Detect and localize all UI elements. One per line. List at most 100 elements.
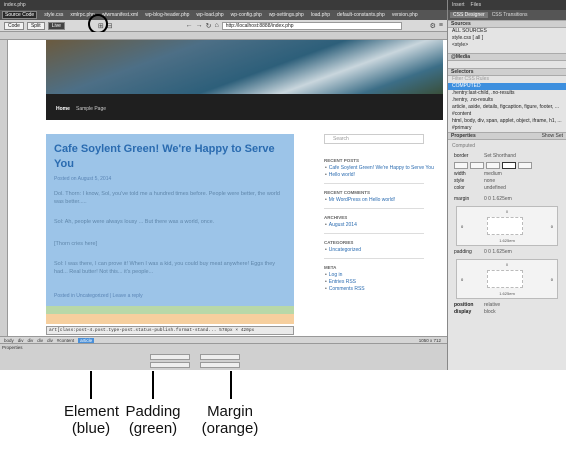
- display-row[interactable]: display block: [448, 309, 566, 316]
- category-link[interactable]: Uncategorized: [324, 247, 444, 254]
- selector-filter-input[interactable]: Filter CSS Rules: [448, 76, 566, 83]
- margin-left-value[interactable]: 0: [461, 224, 463, 229]
- nav-sample-page[interactable]: Sample Page: [76, 106, 106, 112]
- property-field[interactable]: [200, 362, 240, 368]
- search-input[interactable]: Search: [324, 134, 424, 144]
- tag-content[interactable]: #content: [57, 338, 74, 343]
- tag-div[interactable]: div: [28, 338, 34, 343]
- border-value[interactable]: Set Shorthand: [484, 153, 516, 160]
- border-all-button[interactable]: [454, 162, 468, 169]
- padding-left-value[interactable]: 0: [461, 277, 463, 282]
- margin-right-value[interactable]: 0: [551, 224, 553, 229]
- recent-comment-link[interactable]: Mr WordPress on Hello world!: [324, 197, 444, 204]
- border-left-button[interactable]: [518, 162, 532, 169]
- element-selector-tag[interactable]: art[class:post-4.post.type-post.status-p…: [46, 326, 294, 335]
- meta-link[interactable]: Log in: [324, 272, 444, 279]
- archive-link[interactable]: August 2014: [324, 222, 444, 229]
- border-right-button[interactable]: [486, 162, 500, 169]
- source-code-tab[interactable]: Source Code: [2, 11, 38, 19]
- properties-header[interactable]: Properties Show Set: [448, 132, 566, 140]
- padding-value[interactable]: 0 0 1.625em: [484, 249, 512, 256]
- color-row[interactable]: color undefined: [448, 185, 566, 192]
- selector-item[interactable]: .hentry:last-child, .no-results: [448, 90, 566, 97]
- related-file-tab[interactable]: style.css: [44, 12, 63, 18]
- widget-title: CATEGORIES: [324, 240, 354, 245]
- margin-bottom-value[interactable]: 1.625em: [457, 238, 557, 243]
- tag-div[interactable]: div: [47, 338, 53, 343]
- margin-row[interactable]: margin 0 0 1.625em: [448, 196, 566, 203]
- position-value[interactable]: relative: [484, 302, 500, 309]
- site-navigation: Home Sample Page: [46, 94, 443, 120]
- tag-div[interactable]: div: [18, 338, 24, 343]
- source-item[interactable]: ALL SOURCES: [448, 28, 566, 35]
- selector-item[interactable]: html, body, div, span, applet, object, i…: [448, 118, 566, 125]
- post-title[interactable]: Cafe Soylent Green! We're Happy to Serve…: [54, 142, 284, 172]
- display-value[interactable]: block: [484, 309, 496, 316]
- show-set-checkbox[interactable]: Show Set: [542, 133, 563, 139]
- width-row[interactable]: width medium: [448, 171, 566, 178]
- recent-post-link[interactable]: Hello world!: [324, 172, 444, 179]
- selector-item[interactable]: #content: [448, 111, 566, 118]
- selector-item[interactable]: .hentry, .no-results: [448, 97, 566, 104]
- related-file-tab[interactable]: version.php: [392, 12, 418, 18]
- sources-header[interactable]: Sources: [448, 20, 566, 28]
- tag-body[interactable]: body: [4, 338, 14, 343]
- related-file-tab[interactable]: wp-load.php: [196, 12, 223, 18]
- tag-div[interactable]: div: [37, 338, 43, 343]
- color-value[interactable]: undefined: [484, 185, 506, 192]
- insert-tab[interactable]: Insert: [452, 2, 465, 8]
- meta-link[interactable]: Entries RSS: [324, 279, 444, 286]
- margin-callout-line: [230, 371, 232, 399]
- related-file-tab[interactable]: wp-blog-header.php: [145, 12, 189, 18]
- split-view-button[interactable]: Split: [26, 21, 45, 30]
- selector-item[interactable]: article, aside, details, figcaption, fig…: [448, 104, 566, 111]
- widget-title: RECENT POSTS: [324, 158, 360, 163]
- related-file-tab[interactable]: wp-config.php: [231, 12, 262, 18]
- related-file-tab[interactable]: load.php: [311, 12, 330, 18]
- width-value[interactable]: medium: [484, 171, 502, 178]
- css-designer-tab[interactable]: CSS Designer: [450, 12, 488, 18]
- window-size[interactable]: 1050 x 712: [419, 338, 441, 343]
- recent-post-link[interactable]: Cafe Soylent Green! We're Happy to Serve…: [324, 165, 444, 172]
- margin-value[interactable]: 0 0 1.625em: [484, 196, 512, 203]
- property-field[interactable]: [150, 354, 190, 360]
- position-row[interactable]: position relative: [448, 302, 566, 309]
- property-field[interactable]: [200, 354, 240, 360]
- article-element-highlight[interactable]: Cafe Soylent Green! We're Happy to Serve…: [46, 134, 294, 306]
- related-file-tab[interactable]: wlwmanifest.xml: [102, 12, 138, 18]
- source-item[interactable]: style.css [ all ]: [448, 35, 566, 42]
- media-header[interactable]: @Media: [448, 53, 566, 61]
- files-tab[interactable]: Files: [471, 2, 482, 8]
- padding-row[interactable]: padding 0 0 1.625em: [448, 249, 566, 256]
- property-field[interactable]: [150, 362, 190, 368]
- meta-link[interactable]: Comments RSS: [324, 286, 444, 293]
- style-value[interactable]: none: [484, 178, 495, 185]
- selector-item[interactable]: #primary: [448, 125, 566, 132]
- back-icon[interactable]: ←: [186, 22, 193, 29]
- padding-top-value[interactable]: 0: [457, 262, 557, 267]
- padding-right-value[interactable]: 0: [551, 277, 553, 282]
- nav-home[interactable]: Home: [56, 106, 70, 112]
- related-file-tab[interactable]: default-constants.php: [337, 12, 385, 18]
- menu-icon[interactable]: ≡: [439, 22, 443, 29]
- padding-bottom-value[interactable]: 1.625em: [457, 291, 557, 296]
- refresh-icon[interactable]: ↻: [206, 22, 212, 30]
- selectors-header[interactable]: Selectors: [448, 68, 566, 76]
- tag-article[interactable]: article: [78, 337, 95, 343]
- forward-icon[interactable]: →: [196, 22, 203, 29]
- source-item[interactable]: <style>: [448, 42, 566, 49]
- border-top-button[interactable]: [470, 162, 484, 169]
- style-row[interactable]: style none: [448, 178, 566, 185]
- margin-top-value[interactable]: 0: [457, 209, 557, 214]
- options-icon[interactable]: ⚙: [430, 22, 436, 30]
- selector-item[interactable]: COMPUTED: [448, 83, 566, 90]
- address-bar[interactable]: http://localhost:8888/index.php: [221, 21, 402, 30]
- live-view-button[interactable]: Live: [47, 21, 65, 30]
- home-icon[interactable]: ⌂: [215, 22, 219, 29]
- related-file-tab[interactable]: wp-settings.php: [269, 12, 304, 18]
- code-view-button[interactable]: Code: [4, 21, 24, 30]
- border-row[interactable]: border Set Shorthand: [448, 153, 566, 160]
- document-tab[interactable]: index.php: [0, 0, 447, 10]
- border-bottom-button[interactable]: [502, 162, 516, 169]
- css-transitions-tab[interactable]: CSS Transitions: [492, 12, 528, 18]
